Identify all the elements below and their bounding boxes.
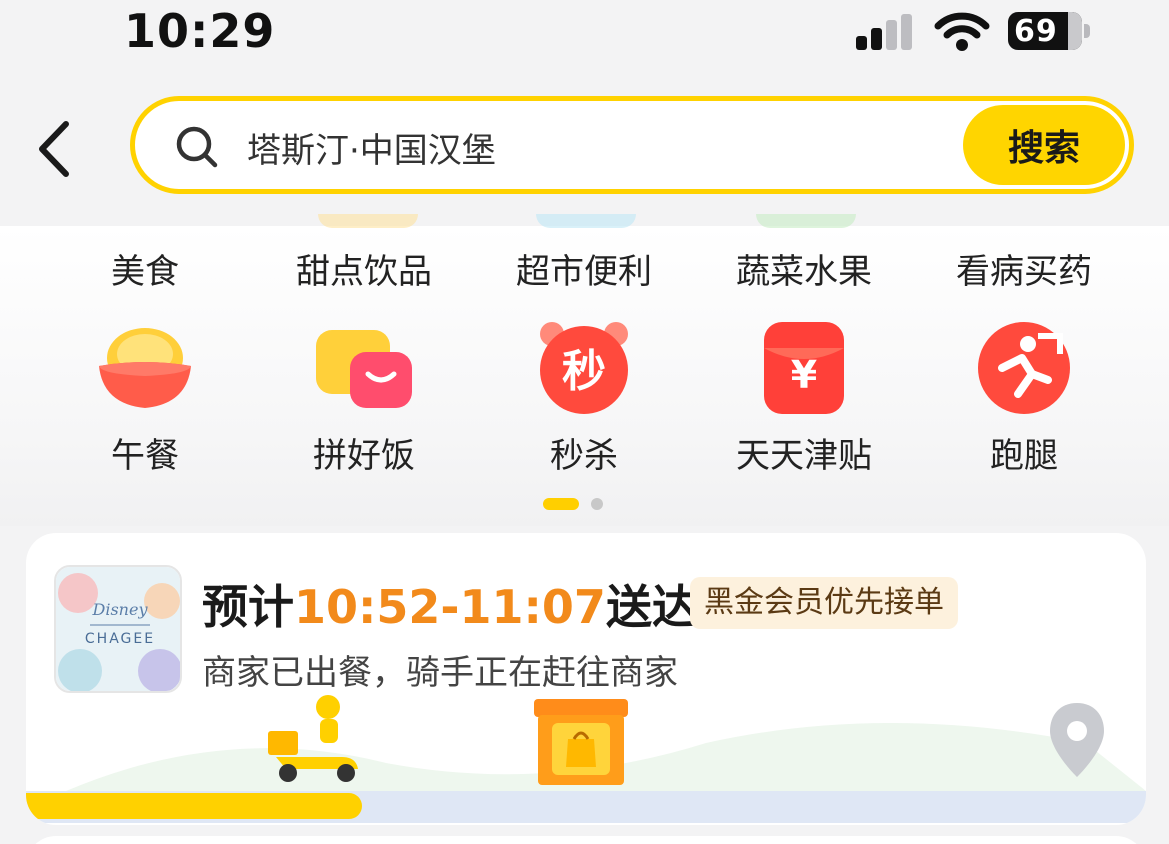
category-supermarket[interactable]: 超市便利 <box>474 244 694 293</box>
page-dot <box>591 498 603 510</box>
category-panel: 美食 甜点饮品 超市便利 蔬菜水果 看病买药 午餐 拼好饭 秒 秒杀 ¥ 天天津… <box>0 214 1169 526</box>
search-button[interactable]: 搜索 <box>963 105 1125 185</box>
svg-text:¥: ¥ <box>791 353 817 397</box>
signal-icon <box>856 14 914 50</box>
category-food[interactable]: 美食 <box>35 244 255 293</box>
rice-bowl-icon <box>99 328 191 408</box>
red-envelope-yuan-icon: ¥ <box>764 322 844 414</box>
wifi-icon <box>934 12 990 51</box>
category-vegetables-fruit[interactable]: 蔬菜水果 <box>694 244 914 293</box>
errand-runner-icon <box>978 322 1070 414</box>
search-bar[interactable]: 塔斯汀·中国汉堡 搜索 <box>130 96 1134 194</box>
group-meal-icon <box>316 330 412 408</box>
svg-text:秒: 秒 <box>562 346 606 397</box>
order-status-text: 商家已出餐，骑手正在赶往商家 <box>202 653 678 693</box>
destination-pin-icon <box>1050 703 1104 777</box>
search-input[interactable]: 塔斯汀·中国汉堡 <box>247 123 496 172</box>
status-time: 10:29 <box>124 4 276 58</box>
next-card <box>26 836 1146 844</box>
eta-time: 10:52-11:07 <box>294 580 606 634</box>
category-pharmacy[interactable]: 看病买药 <box>914 244 1134 293</box>
vip-badge: 黑金会员优先接单 <box>690 577 958 629</box>
progress-fill <box>26 793 362 819</box>
order-status-card[interactable]: Disney CHAGEE 预计10:52-11:07送达 黑金会员优先接单 商… <box>26 533 1146 825</box>
category-label: 秒杀 <box>550 436 618 476</box>
category-label: 跑腿 <box>990 436 1058 476</box>
rider-scooter-icon <box>268 695 358 782</box>
category-label: 天天津贴 <box>736 436 872 476</box>
category-group-meal[interactable]: 拼好饭 <box>254 318 474 478</box>
flash-sale-clock-icon: 秒 <box>540 322 628 414</box>
category-daily-subsidy[interactable]: ¥ 天天津贴 <box>694 318 914 478</box>
search-icon <box>176 126 218 168</box>
category-desserts-drinks[interactable]: 甜点饮品 <box>254 244 474 293</box>
battery-icon: 69 <box>1008 12 1082 50</box>
status-bar: 10:29 69 <box>0 0 1169 70</box>
page-dot-active <box>543 498 579 510</box>
back-button[interactable] <box>30 118 86 180</box>
category-errand[interactable]: 跑腿 <box>914 318 1134 478</box>
svg-text:CHAGEE: CHAGEE <box>85 631 155 647</box>
category-lunch[interactable]: 午餐 <box>35 318 255 478</box>
delivery-eta: 预计10:52-11:07送达 <box>202 580 698 634</box>
category-label: 午餐 <box>111 436 179 476</box>
svg-text:Disney: Disney <box>92 600 149 619</box>
page-indicator <box>543 498 613 512</box>
shop-bag-icon <box>534 699 628 785</box>
category-flash-sale[interactable]: 秒 秒杀 <box>474 318 694 478</box>
delivery-route <box>26 693 1146 825</box>
battery-level: 69 <box>1014 14 1058 49</box>
category-label: 拼好饭 <box>313 436 415 476</box>
store-logo: Disney CHAGEE <box>54 565 182 693</box>
battery-tip <box>1084 24 1090 38</box>
